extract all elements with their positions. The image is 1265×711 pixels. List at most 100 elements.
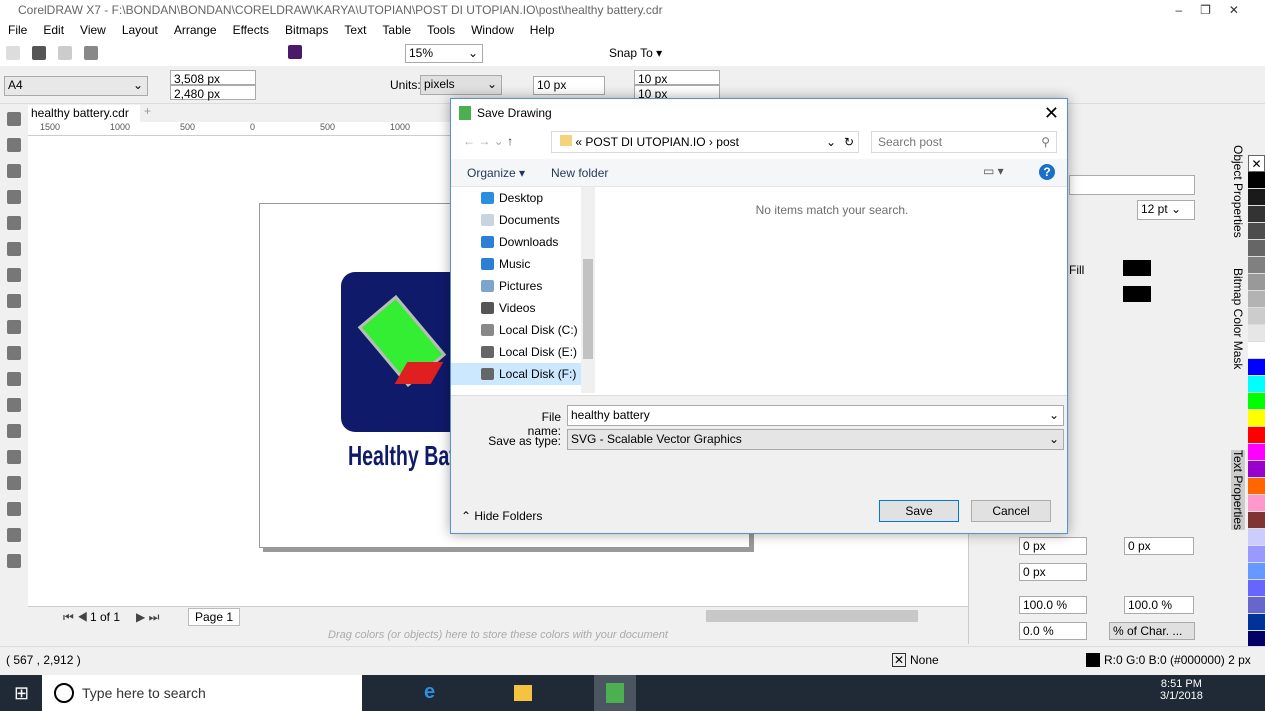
search-input[interactable]: Search post ⚲	[871, 131, 1057, 153]
color-swatch[interactable]	[1248, 410, 1265, 427]
color-swatch[interactable]	[1248, 512, 1265, 529]
color-swatch[interactable]	[1248, 444, 1265, 461]
units-select[interactable]: pixels ⌄	[420, 75, 502, 95]
menu-arrange[interactable]: Arrange	[174, 20, 217, 40]
taskbar-search[interactable]: Type here to search	[42, 675, 362, 711]
save-button[interactable]: Save	[879, 500, 959, 522]
background-color-swatch[interactable]	[1123, 286, 1151, 302]
menu-table[interactable]: Table	[382, 20, 411, 40]
page-nav-next[interactable]: ▶ ⏭	[136, 610, 159, 625]
color-swatch[interactable]	[1248, 478, 1265, 495]
font-size-select[interactable]: 12 pt ⌄	[1137, 200, 1195, 220]
color-swatch[interactable]	[1248, 580, 1265, 597]
tool-icon[interactable]	[7, 164, 21, 178]
tool-icon[interactable]	[7, 320, 21, 334]
tool-icon[interactable]	[7, 554, 21, 568]
color-swatch[interactable]	[1248, 495, 1265, 512]
color-swatch[interactable]	[1248, 172, 1265, 189]
tool-icon[interactable]	[7, 372, 21, 386]
nav-item[interactable]: Local Disk (F:)	[451, 363, 595, 385]
indent-left-field[interactable]: 0 px	[1019, 537, 1087, 555]
edge-icon[interactable]: e	[424, 681, 435, 704]
save-icon[interactable]	[58, 46, 72, 60]
menu-bitmaps[interactable]: Bitmaps	[285, 20, 328, 40]
color-swatch[interactable]	[1248, 393, 1265, 410]
tool-icon[interactable]	[7, 398, 21, 412]
back-forward-icons[interactable]: ← → ⌄ ↑	[463, 134, 513, 148]
tool-icon[interactable]	[7, 190, 21, 204]
spacing-unit-select[interactable]: % of Char. ...	[1109, 622, 1195, 640]
nav-item[interactable]: Desktop	[451, 187, 595, 209]
corel-connect-icon[interactable]	[288, 45, 302, 59]
page-tab[interactable]: Page 1	[188, 608, 241, 626]
page-size-select[interactable]: A4 ⌄	[4, 76, 148, 96]
before-paragraph-field[interactable]: 0.0 %	[1019, 622, 1087, 640]
color-swatch[interactable]	[1248, 325, 1265, 342]
menu-help[interactable]: Help	[530, 20, 555, 40]
font-list[interactable]	[1069, 175, 1195, 195]
tool-icon[interactable]	[7, 528, 21, 542]
clock[interactable]: 8:51 PM 3/1/2018	[1160, 678, 1203, 702]
tool-icon[interactable]	[7, 112, 21, 126]
color-swatch[interactable]	[1248, 240, 1265, 257]
color-swatch[interactable]	[1248, 223, 1265, 240]
print-icon[interactable]	[84, 46, 98, 60]
menu-layout[interactable]: Layout	[122, 20, 158, 40]
tool-icon[interactable]	[7, 138, 21, 152]
color-swatch[interactable]	[1248, 546, 1265, 563]
color-swatch[interactable]	[1248, 342, 1265, 359]
color-swatch[interactable]	[1248, 308, 1265, 325]
new-icon[interactable]	[6, 46, 20, 60]
nav-item[interactable]: Local Disk (C:)	[451, 319, 595, 341]
color-swatch[interactable]	[1248, 257, 1265, 274]
coreldraw-taskbar-icon[interactable]	[594, 675, 636, 711]
file-name-input[interactable]: healthy battery ⌄	[567, 405, 1064, 426]
cancel-button[interactable]: Cancel	[971, 500, 1051, 522]
color-swatch[interactable]	[1248, 274, 1265, 291]
nav-item[interactable]: Videos	[451, 297, 595, 319]
nav-item[interactable]: Pictures	[451, 275, 595, 297]
snap-to-button[interactable]: Snap To ▾	[609, 46, 662, 60]
horizontal-scrollbar[interactable]	[706, 610, 918, 622]
tab-healthy-battery[interactable]: healthy battery.cdr	[28, 105, 140, 122]
color-swatch[interactable]	[1248, 614, 1265, 631]
page-nav-prev[interactable]: ⏮ ◀	[63, 610, 88, 625]
nav-scrollbar[interactable]	[581, 187, 595, 393]
page-width-field[interactable]: 3,508 px	[170, 70, 256, 86]
color-swatch[interactable]	[1248, 529, 1265, 546]
nav-item[interactable]: Music	[451, 253, 595, 275]
menu-tools[interactable]: Tools	[427, 20, 455, 40]
nav-item[interactable]: Local Disk (E:)	[451, 341, 595, 363]
color-tray[interactable]: Drag colors (or objects) here to store t…	[28, 626, 968, 644]
menu-effects[interactable]: Effects	[233, 20, 269, 40]
tool-icon[interactable]	[7, 294, 21, 308]
hide-folders-button[interactable]: ⌃ Hide Folders	[461, 509, 542, 523]
color-swatch[interactable]	[1248, 597, 1265, 614]
start-icon[interactable]: ⊞	[14, 683, 29, 704]
line-spacing-field[interactable]: 100.0 %	[1019, 596, 1087, 614]
tool-icon[interactable]	[7, 216, 21, 230]
nav-item[interactable]: Documents	[451, 209, 595, 231]
menu-text[interactable]: Text	[344, 20, 366, 40]
fill-color-swatch[interactable]	[1123, 260, 1151, 276]
nudge-distance-field[interactable]: 10 px	[533, 76, 605, 95]
no-color-swatch[interactable]: ✕	[1248, 155, 1265, 172]
menu-edit[interactable]: Edit	[43, 20, 64, 40]
indent-first-field[interactable]: 0 px	[1124, 537, 1194, 555]
tool-icon[interactable]	[7, 450, 21, 464]
color-swatch[interactable]	[1248, 376, 1265, 393]
menu-view[interactable]: View	[80, 20, 106, 40]
zoom-level-select[interactable]: 15% ⌄	[405, 44, 483, 63]
color-swatch[interactable]	[1248, 427, 1265, 444]
tool-icon[interactable]	[7, 242, 21, 256]
color-swatch[interactable]	[1248, 206, 1265, 223]
save-type-select[interactable]: SVG - Scalable Vector Graphics ⌄	[567, 429, 1064, 450]
menu-file[interactable]: File	[8, 20, 27, 40]
menu-window[interactable]: Window	[471, 20, 514, 40]
tab-bitmap-color-mask[interactable]: Bitmap Color Mask	[1231, 268, 1245, 369]
new-tab-icon[interactable]: +	[144, 104, 151, 118]
tool-icon[interactable]	[7, 502, 21, 516]
window-controls[interactable]: –❐✕	[1176, 0, 1258, 20]
tool-icon[interactable]	[7, 346, 21, 360]
tool-icon[interactable]	[7, 476, 21, 490]
